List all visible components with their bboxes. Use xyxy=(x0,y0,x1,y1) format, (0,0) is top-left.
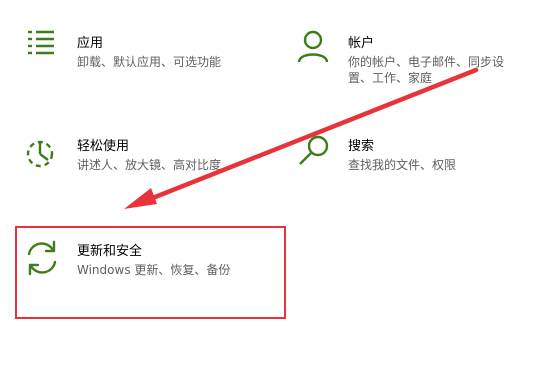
tile-title: 应用 xyxy=(77,36,104,51)
ease-of-access-icon xyxy=(26,140,54,168)
tile-description: 讲述人、放大镜、高对比度 xyxy=(77,158,222,172)
settings-tile-apps[interactable]: 应用 卸载、默认应用、可选功能 xyxy=(24,28,264,92)
tile-title: 帐户 xyxy=(348,36,375,51)
tile-title: 轻松使用 xyxy=(77,139,130,154)
tile-description: 你的帐户、电子邮件、同步设置、工作、家庭 xyxy=(348,55,505,85)
settings-tile-accounts[interactable]: 帐户 你的帐户、电子邮件、同步设置、工作、家庭 xyxy=(296,28,536,92)
settings-tile-search[interactable]: 搜索 查找我的文件、权限 xyxy=(296,134,536,198)
search-icon xyxy=(299,135,329,165)
settings-tile-ease-of-access[interactable]: 轻松使用 讲述人、放大镜、高对比度 xyxy=(24,134,264,198)
tile-description: 查找我的文件、权限 xyxy=(348,158,457,172)
tile-title: 搜索 xyxy=(348,139,375,154)
tile-description: 卸载、默认应用、可选功能 xyxy=(77,55,222,69)
apps-list-icon xyxy=(28,30,54,55)
person-icon xyxy=(297,30,329,63)
highlight-box xyxy=(15,226,286,319)
